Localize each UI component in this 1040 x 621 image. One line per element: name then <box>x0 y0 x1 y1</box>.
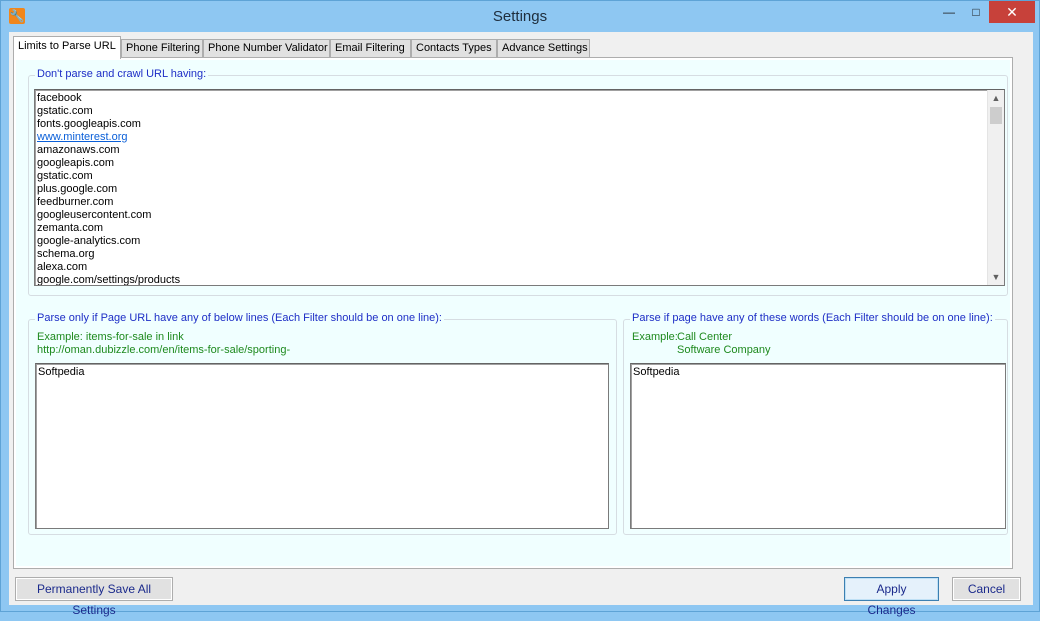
tab-email-filtering[interactable]: Email Filtering <box>330 39 411 58</box>
list-item: gstatic.com <box>37 170 93 182</box>
tab-phone-filtering[interactable]: Phone Filtering <box>121 39 203 58</box>
vertical-scrollbar[interactable]: ▲ ▼ <box>987 90 1004 285</box>
url-filter-group: Parse only if Page URL have any of below… <box>28 312 617 535</box>
tab-advance-settings[interactable]: Advance Settings <box>497 39 590 58</box>
list-item: googleusercontent.com <box>37 209 152 221</box>
chevron-up-icon[interactable]: ▲ <box>988 90 1004 106</box>
window-title: Settings <box>492 8 548 25</box>
chevron-down-icon[interactable]: ▼ <box>988 269 1004 285</box>
tab-limits-to-parse-url[interactable]: Limits to Parse URL <box>13 36 121 59</box>
exclude-url-group-title: Don't parse and crawl URL having: <box>35 68 209 80</box>
list-item: facebook <box>37 92 82 104</box>
save-all-settings-button[interactable]: Permanently Save All Settings <box>15 577 173 617</box>
list-item: google-analytics.com <box>37 235 141 247</box>
url-filter-group-title: Parse only if Page URL have any of below… <box>35 312 444 324</box>
maximize-icon[interactable]: □ <box>963 1 989 23</box>
list-item: zemanta.com <box>37 222 104 234</box>
url-filter-example-url: http://oman.dubizzle.com/en/items-for-sa… <box>37 344 291 356</box>
minimize-icon[interactable]: — <box>935 1 963 23</box>
list-item: feedburner.com <box>37 196 114 208</box>
list-item: schema.org <box>37 248 95 260</box>
settings-window: 🔧 Settings — □ ✕ Limits to Parse URL Pho… <box>0 0 1040 617</box>
exclude-url-group: Don't parse and crawl URL having: facebo… <box>28 68 1008 296</box>
words-filter-group: Parse if page have any of these words (E… <box>623 312 1008 535</box>
title-bar[interactable]: 🔧 Settings — □ ✕ <box>1 1 1039 32</box>
words-filter-textarea[interactable]: Softpedia <box>630 363 1006 529</box>
exclude-url-list[interactable]: facebook gstatic.com fonts.googleapis.co… <box>34 89 1005 286</box>
words-filter-example-label: Example: <box>632 331 678 343</box>
words-filter-example-1: Call Center <box>677 331 733 343</box>
tab-page-limits: Don't parse and crawl URL having: facebo… <box>13 57 1013 569</box>
list-item: amazonaws.com <box>37 144 120 156</box>
list-item: alexa.com <box>37 261 88 273</box>
apply-changes-button[interactable]: Apply Changes <box>844 577 939 617</box>
close-icon[interactable]: ✕ <box>989 1 1035 23</box>
list-item: plus.google.com <box>37 183 118 195</box>
cancel-button[interactable]: Cancel <box>952 577 1021 601</box>
list-item: google.com/settings/products <box>37 274 181 286</box>
url-filter-textarea[interactable]: Softpedia <box>35 363 609 529</box>
tab-phone-number-validator[interactable]: Phone Number Validator <box>203 39 330 58</box>
list-item: googleapis.com <box>37 157 115 169</box>
client-area: Limits to Parse URL Phone Filtering Phon… <box>9 32 1033 617</box>
list-item: gstatic.com <box>37 105 93 117</box>
words-filter-example-2: Software Company <box>677 344 771 356</box>
list-item: fonts.googleapis.com <box>37 118 141 130</box>
list-item-link[interactable]: www.minterest.org <box>37 131 1002 144</box>
tab-contacts-types[interactable]: Contacts Types <box>411 39 497 58</box>
words-filter-group-title: Parse if page have any of these words (E… <box>630 312 995 324</box>
url-filter-example: Example: items-for-sale in link <box>37 331 184 343</box>
scrollbar-thumb[interactable] <box>990 107 1002 124</box>
